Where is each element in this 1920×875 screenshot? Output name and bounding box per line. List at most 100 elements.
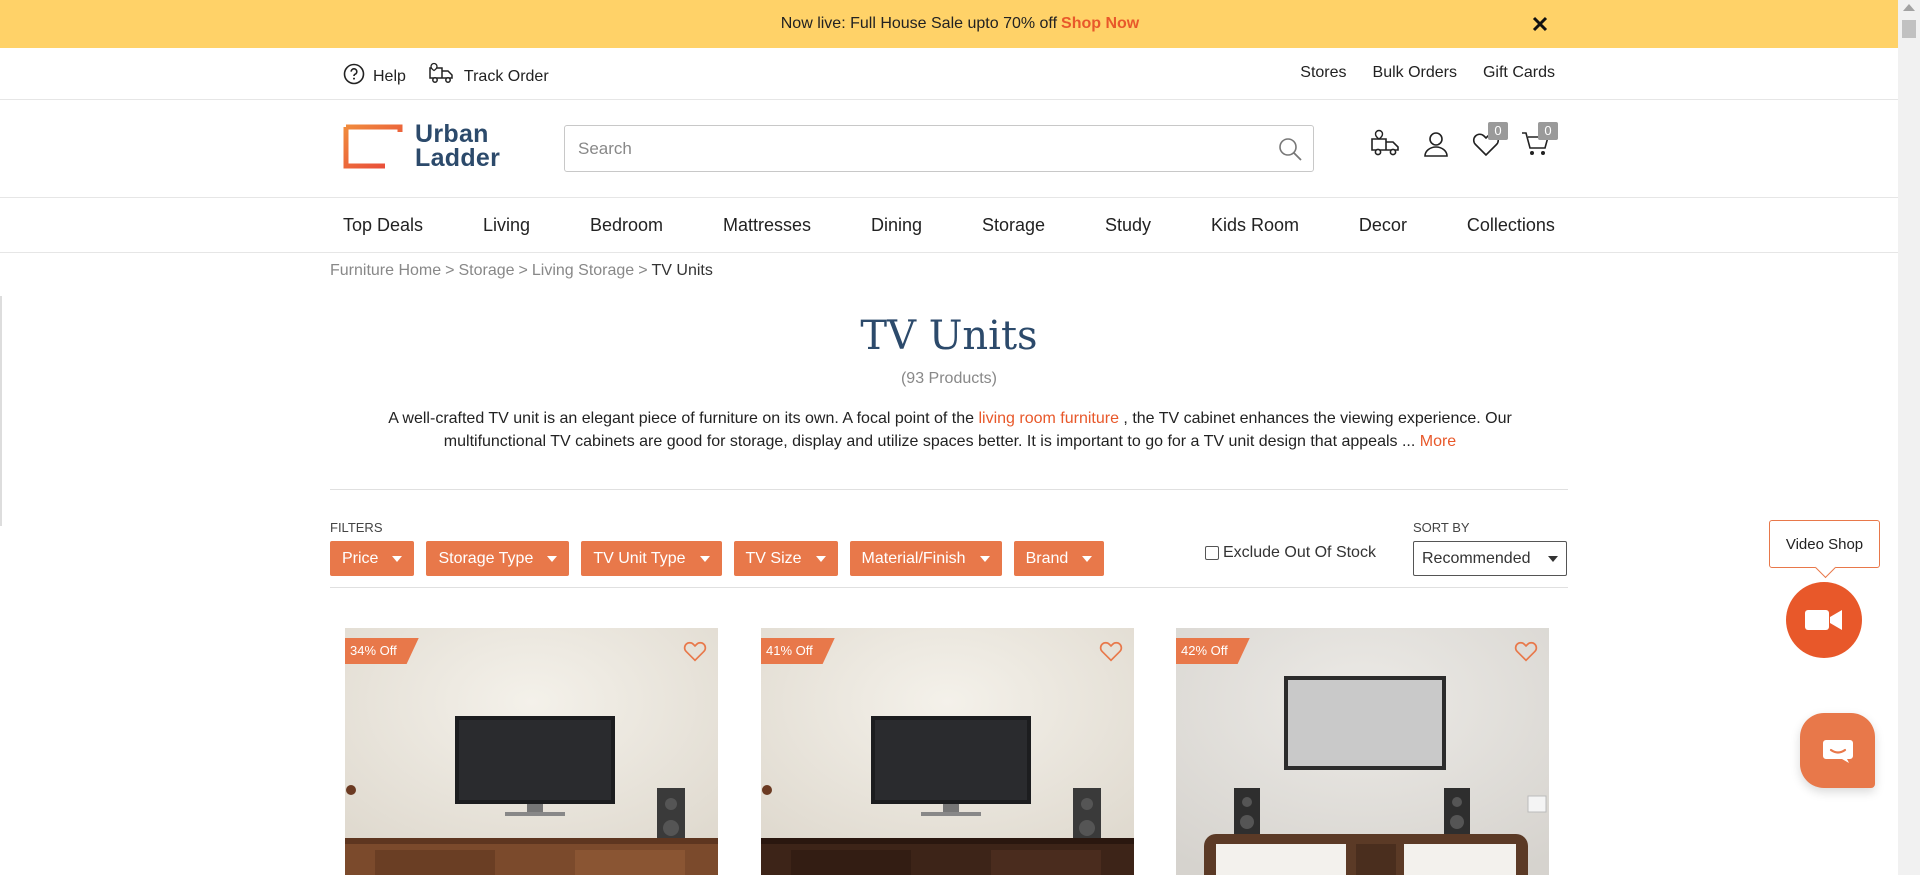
- caret-down-icon: [547, 555, 558, 562]
- main-nav: Top Deals Living Bedroom Mattresses Dini…: [0, 198, 1898, 253]
- filter-label: TV Size: [745, 549, 802, 567]
- filter-material-finish-button[interactable]: Material/Finish: [849, 541, 1002, 576]
- product-card[interactable]: 42% Off: [1176, 628, 1549, 875]
- product-card[interactable]: 34% Off: [345, 628, 718, 875]
- close-icon[interactable]: [1528, 12, 1552, 36]
- discount-badge: 34% Off: [345, 638, 419, 664]
- bulk-orders-link[interactable]: Bulk Orders: [1373, 64, 1457, 82]
- cart-button[interactable]: 0: [1520, 122, 1558, 160]
- exclude-out-of-stock-label: Exclude Out Of Stock: [1223, 544, 1376, 561]
- nav-item-dining[interactable]: Dining: [871, 215, 922, 236]
- sort-select[interactable]: Recommended: [1413, 541, 1567, 576]
- caret-down-icon: [1548, 555, 1558, 562]
- cart-count-badge: 0: [1538, 122, 1558, 140]
- track-order-link[interactable]: Track Order: [428, 62, 549, 91]
- product-card[interactable]: 41% Off: [761, 628, 1134, 875]
- discount-badge: 42% Off: [1176, 638, 1250, 664]
- sort-by-label: SORT BY: [1413, 520, 1470, 535]
- filter-price-button[interactable]: Price: [330, 541, 415, 576]
- search-box: [564, 125, 1314, 172]
- video-shop-tooltip: Video Shop: [1769, 520, 1880, 568]
- filter-brand-button[interactable]: Brand: [1013, 541, 1105, 576]
- filter-bar: Price Storage Type TV Unit Type TV Size …: [330, 541, 1105, 576]
- exclude-out-of-stock[interactable]: Exclude Out Of Stock: [1205, 544, 1376, 562]
- chat-icon: [1822, 739, 1853, 763]
- breadcrumb-living-storage[interactable]: Living Storage: [532, 262, 634, 279]
- breadcrumb-storage[interactable]: Storage: [459, 262, 515, 279]
- breadcrumb-separator: >: [638, 262, 648, 279]
- section-divider: [330, 489, 1568, 490]
- breadcrumb-separator: >: [518, 262, 528, 279]
- logo-line-1: Urban: [415, 120, 489, 148]
- nav-item-kids-room[interactable]: Kids Room: [1211, 215, 1299, 236]
- category-description: A well-crafted TV unit is an elegant pie…: [340, 407, 1560, 453]
- logo-mark-icon: [343, 124, 403, 168]
- caret-down-icon: [392, 555, 403, 562]
- filter-label: TV Unit Type: [593, 549, 686, 567]
- page-title: TV Units: [860, 313, 1038, 359]
- filter-label: Material/Finish: [861, 549, 966, 567]
- nav-item-mattresses[interactable]: Mattresses: [723, 215, 811, 236]
- filter-label: Brand: [1025, 549, 1069, 567]
- help-link[interactable]: Help: [343, 63, 406, 90]
- heart-icon[interactable]: [682, 638, 708, 664]
- caret-down-icon: [815, 555, 826, 562]
- nav-item-bedroom[interactable]: Bedroom: [590, 215, 663, 236]
- scroll-up-arrow-icon[interactable]: [1903, 4, 1915, 11]
- breadcrumb-furniture-home[interactable]: Furniture Home: [330, 262, 441, 279]
- page-scrollbar[interactable]: [1898, 0, 1920, 875]
- video-shop-button[interactable]: [1786, 582, 1862, 658]
- shop-now-link[interactable]: Shop Now: [1061, 15, 1139, 33]
- scrollbar-thumb[interactable]: [1902, 20, 1916, 38]
- store-locator-button[interactable]: [1370, 128, 1402, 160]
- logo[interactable]: Urban Ladder: [343, 120, 501, 172]
- truck-location-icon: [1371, 129, 1399, 156]
- breadcrumb: Furniture Home > Storage > Living Storage > TV…: [330, 262, 713, 280]
- breadcrumb-separator: >: [445, 262, 455, 279]
- gift-cards-link[interactable]: Gift Cards: [1483, 64, 1555, 82]
- product-image: [761, 628, 1134, 875]
- heart-icon[interactable]: [1513, 638, 1539, 664]
- filter-tv-unit-type-button[interactable]: TV Unit Type: [581, 541, 722, 576]
- site-header: Urban Ladder 0 0: [0, 100, 1898, 198]
- nav-item-study[interactable]: Study: [1105, 215, 1151, 236]
- sort-selected-value: Recommended: [1422, 549, 1531, 567]
- caret-down-icon: [1082, 555, 1093, 562]
- nav-item-top-deals[interactable]: Top Deals: [343, 215, 423, 236]
- description-text-1: A well-crafted TV unit is an elegant pie…: [388, 410, 975, 427]
- account-button[interactable]: [1420, 128, 1452, 160]
- more-link[interactable]: More: [1420, 433, 1456, 450]
- filters-label: FILTERS: [330, 520, 383, 535]
- filter-label: Price: [342, 549, 379, 567]
- search-icon[interactable]: [1277, 136, 1303, 167]
- section-divider: [330, 587, 1568, 588]
- logo-line-2: Ladder: [415, 144, 501, 172]
- wishlist-button[interactable]: 0: [1470, 122, 1508, 160]
- discount-badge: 41% Off: [761, 638, 835, 664]
- filter-label: Storage Type: [438, 549, 534, 567]
- filter-tv-size-button[interactable]: TV Size: [733, 541, 838, 576]
- utility-bar: Help Track Order Stores Bulk Orders Gift…: [0, 48, 1898, 100]
- filter-storage-type-button[interactable]: Storage Type: [426, 541, 570, 576]
- help-label: Help: [373, 67, 406, 85]
- living-room-furniture-link[interactable]: living room furniture: [978, 410, 1119, 427]
- product-count: (93 Products): [900, 370, 998, 387]
- stores-link[interactable]: Stores: [1300, 64, 1346, 82]
- track-order-label: Track Order: [463, 67, 549, 85]
- product-image: [345, 628, 718, 875]
- caret-down-icon: [699, 555, 710, 562]
- exclude-out-of-stock-checkbox[interactable]: [1205, 546, 1219, 560]
- video-camera-icon: [1805, 610, 1842, 630]
- nav-item-living[interactable]: Living: [483, 215, 530, 236]
- chat-button[interactable]: [1800, 713, 1875, 788]
- search-input[interactable]: [565, 126, 1245, 171]
- wishlist-count-badge: 0: [1488, 122, 1508, 140]
- nav-item-storage[interactable]: Storage: [982, 215, 1045, 236]
- product-image: [1176, 628, 1549, 875]
- heart-icon[interactable]: [1098, 638, 1124, 664]
- track-order-icon: [428, 62, 456, 91]
- caret-down-icon: [979, 555, 990, 562]
- nav-item-decor[interactable]: Decor: [1359, 215, 1407, 236]
- help-icon: [343, 63, 365, 90]
- nav-item-collections[interactable]: Collections: [1467, 215, 1555, 236]
